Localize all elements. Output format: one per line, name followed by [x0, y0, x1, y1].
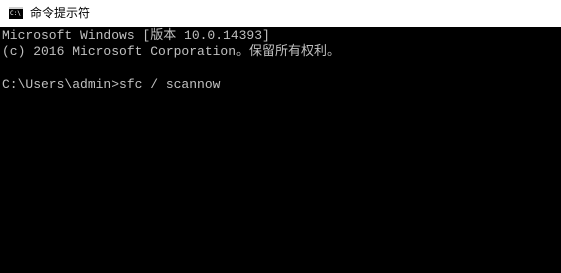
title-bar[interactable]: C:\ 命令提示符	[0, 0, 561, 27]
console-output-area[interactable]: Microsoft Windows [版本 10.0.14393] (c) 20…	[0, 27, 561, 273]
window-title: 命令提示符	[30, 6, 91, 20]
command-prompt-window: C:\ 命令提示符 Microsoft Windows [版本 10.0.143…	[0, 0, 561, 273]
command-prompt-line[interactable]: C:\Users\admin>sfc / scannow	[2, 77, 220, 93]
console-line-copyright: (c) 2016 Microsoft Corporation。保留所有权利。	[2, 44, 341, 59]
console-line-version: Microsoft Windows [版本 10.0.14393]	[2, 28, 270, 43]
console-icon: C:\	[9, 7, 23, 19]
